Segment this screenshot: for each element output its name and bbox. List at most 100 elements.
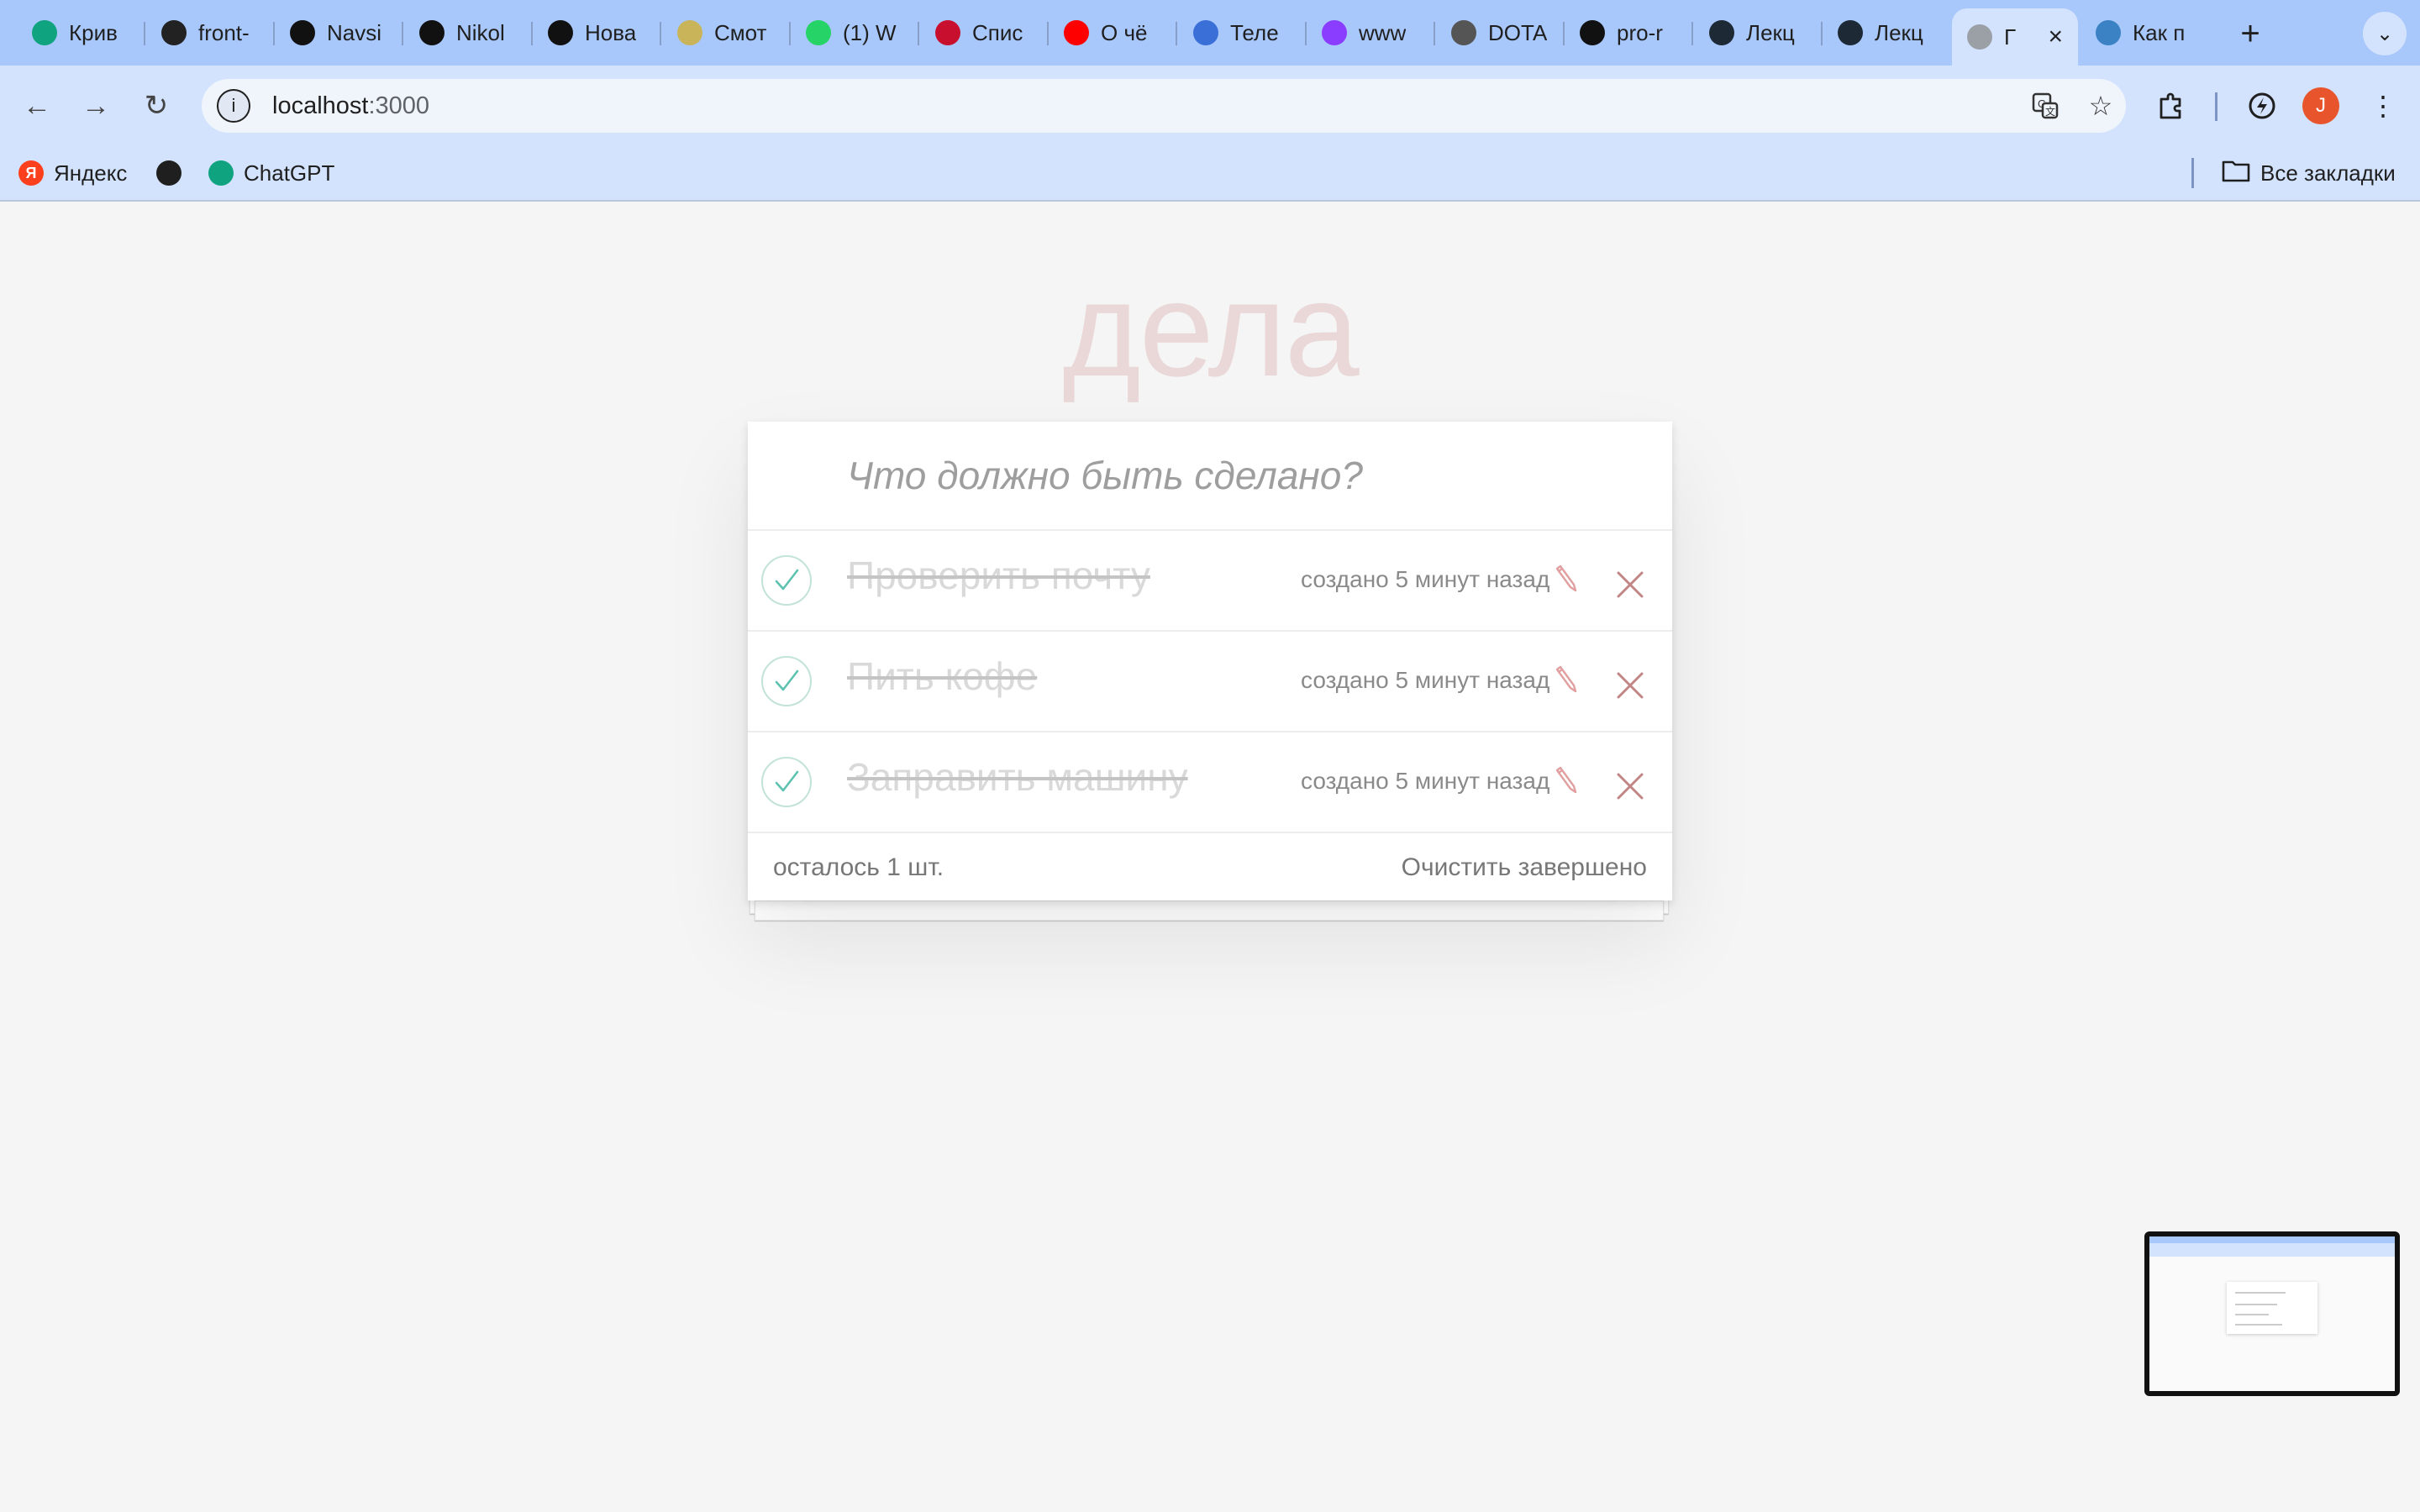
todo-created-time: создано 5 минут назад	[1301, 768, 1550, 794]
todo-item: Заправить машину создано 5 минут назад	[748, 732, 1672, 833]
browser-tab[interactable]: Navsi	[275, 10, 401, 55]
chatgpt-icon	[32, 20, 57, 45]
todo-created-time: создано 5 минут назад	[1301, 667, 1550, 693]
browser-tab[interactable]: Лекц	[1694, 10, 1820, 55]
todo-item: Проверить почту создано 5 минут назад	[748, 531, 1672, 632]
tab-close-icon[interactable]: ×	[2048, 23, 2063, 51]
todo-item: Пить кофе создано 5 минут назад	[748, 632, 1672, 732]
reload-icon[interactable]: ↻	[134, 84, 178, 128]
delete-x-icon[interactable]	[1610, 665, 1650, 706]
bookmark-label: Яндекс	[54, 160, 128, 186]
site-info-icon[interactable]: i	[217, 89, 250, 123]
tab-strip: Крив front- Navsi Nikol Нова Смот (1) W Спис О ч…	[0, 0, 2420, 66]
address-bar[interactable]: i localhost:3000 G文 ☆	[202, 79, 2126, 133]
todo-label[interactable]: Заправить машину	[847, 754, 1188, 800]
youtube-icon	[1064, 20, 1089, 45]
edit-pencil-icon[interactable]	[1551, 761, 1585, 798]
screenshot-thumbnail[interactable]	[2144, 1231, 2400, 1396]
tab-separator	[917, 22, 919, 45]
browser-tab[interactable]: Нова	[533, 10, 659, 55]
url-text[interactable]: localhost:3000	[272, 92, 429, 120]
tab-title: (1) W	[843, 19, 897, 45]
tab-separator	[401, 22, 403, 45]
browser-tab[interactable]: pro-r	[1565, 10, 1691, 55]
bookmark-item[interactable]: ChatGPT	[208, 156, 334, 190]
browser-tab[interactable]: О чё	[1049, 10, 1175, 55]
tab-title: Г	[2004, 24, 2017, 50]
browser-tab[interactable]: DOTA	[1436, 10, 1562, 55]
tab-separator	[1691, 22, 1693, 45]
browser-tab[interactable]: Как п	[2081, 10, 2207, 55]
tab-separator	[659, 22, 661, 45]
delete-x-icon[interactable]	[1610, 564, 1650, 605]
edit-pencil-icon[interactable]	[1551, 559, 1585, 596]
react-icon	[2096, 20, 2121, 45]
todo-toggle-checkbox[interactable]	[761, 656, 812, 706]
globe-icon	[1967, 24, 1992, 50]
forward-icon[interactable]: →	[74, 84, 118, 128]
browser-tab[interactable]: Спис	[920, 10, 1046, 55]
todo-created-time: создано 5 минут назад	[1301, 566, 1550, 592]
back-icon[interactable]: ←	[15, 84, 59, 128]
chat-icon	[1193, 20, 1218, 45]
all-bookmarks-label: Все закладки	[2260, 160, 2396, 186]
todo-toggle-checkbox[interactable]	[761, 757, 812, 807]
r-logo-icon	[548, 20, 573, 45]
tab-search-button[interactable]: ⌄	[2363, 12, 2407, 55]
all-bookmarks-button[interactable]: Все закладки	[2222, 156, 2396, 190]
checkmark-icon	[775, 770, 799, 792]
browser-tab[interactable]: Крив	[17, 10, 143, 55]
new-todo-input[interactable]	[748, 422, 1672, 531]
browser-tab[interactable]: Лекц	[1823, 10, 1949, 55]
browser-tab[interactable]: (1) W	[791, 10, 917, 55]
tab-separator	[143, 22, 145, 45]
tab-title: Как п	[2133, 19, 2186, 45]
chatgpt-icon	[208, 160, 234, 186]
browser-tab[interactable]: front-	[146, 10, 272, 55]
browser-toolbar: ← → ↻ i localhost:3000 G文 ☆ ⋮	[0, 66, 2420, 146]
whatsapp-icon	[806, 20, 831, 45]
browser-tab[interactable]: Г ×	[1952, 8, 2078, 66]
tab-title: Нова	[585, 19, 637, 45]
bookmarks-divider	[2191, 158, 2194, 188]
tab-title: pro-r	[1617, 19, 1663, 45]
todo-label[interactable]: Пить кофе	[847, 654, 1037, 699]
new-tab-button[interactable]: +	[2228, 12, 2272, 55]
tab-separator	[1433, 22, 1435, 45]
thumbnail-toolbar	[2149, 1243, 2395, 1257]
bookmark-item[interactable]: Я Яндекс	[18, 156, 127, 190]
todo-footer: осталось 1 шт. Очистить завершено	[748, 833, 1672, 900]
performance-icon[interactable]	[2240, 84, 2284, 128]
tab-title: Смот	[714, 19, 767, 45]
dota-icon	[1451, 20, 1476, 45]
browser-menu-icon[interactable]: ⋮	[2361, 84, 2405, 128]
tab-title: DOTA	[1488, 19, 1547, 45]
toolbar-divider	[2215, 92, 2217, 121]
todo-toggle-checkbox[interactable]	[761, 555, 812, 606]
translate-icon[interactable]: G文	[2025, 86, 2065, 126]
delete-x-icon[interactable]	[1610, 766, 1650, 806]
lecture-icon	[1838, 20, 1863, 45]
flower-icon	[677, 20, 702, 45]
extensions-icon[interactable]	[2149, 84, 2193, 128]
tab-title: Теле	[1230, 19, 1279, 45]
todo-count: осталось 1 шт.	[773, 853, 944, 881]
svg-text:文: 文	[2045, 105, 2055, 118]
browser-tab[interactable]: Nikol	[404, 10, 530, 55]
bookmark-star-icon[interactable]: ☆	[2081, 86, 2121, 126]
clear-completed-button[interactable]: Очистить завершено	[1402, 853, 1647, 882]
edit-pencil-icon[interactable]	[1551, 660, 1585, 697]
browser-tab[interactable]: Теле	[1178, 10, 1304, 55]
tab-title: О чё	[1101, 19, 1148, 45]
tab-title: Крив	[69, 19, 118, 45]
yandex-icon: Я	[18, 160, 44, 186]
card-stack-shadow	[755, 900, 1664, 921]
browser-tab[interactable]: Смот	[662, 10, 788, 55]
browser-tab[interactable]: www	[1307, 10, 1433, 55]
bookmark-item[interactable]	[156, 156, 182, 190]
tab-title: Лекц	[1746, 19, 1795, 45]
todo-label[interactable]: Проверить почту	[847, 553, 1150, 598]
thumbnail-card	[2227, 1282, 2317, 1334]
profile-avatar[interactable]: J	[2302, 87, 2339, 124]
tab-title: Navsi	[327, 19, 382, 45]
